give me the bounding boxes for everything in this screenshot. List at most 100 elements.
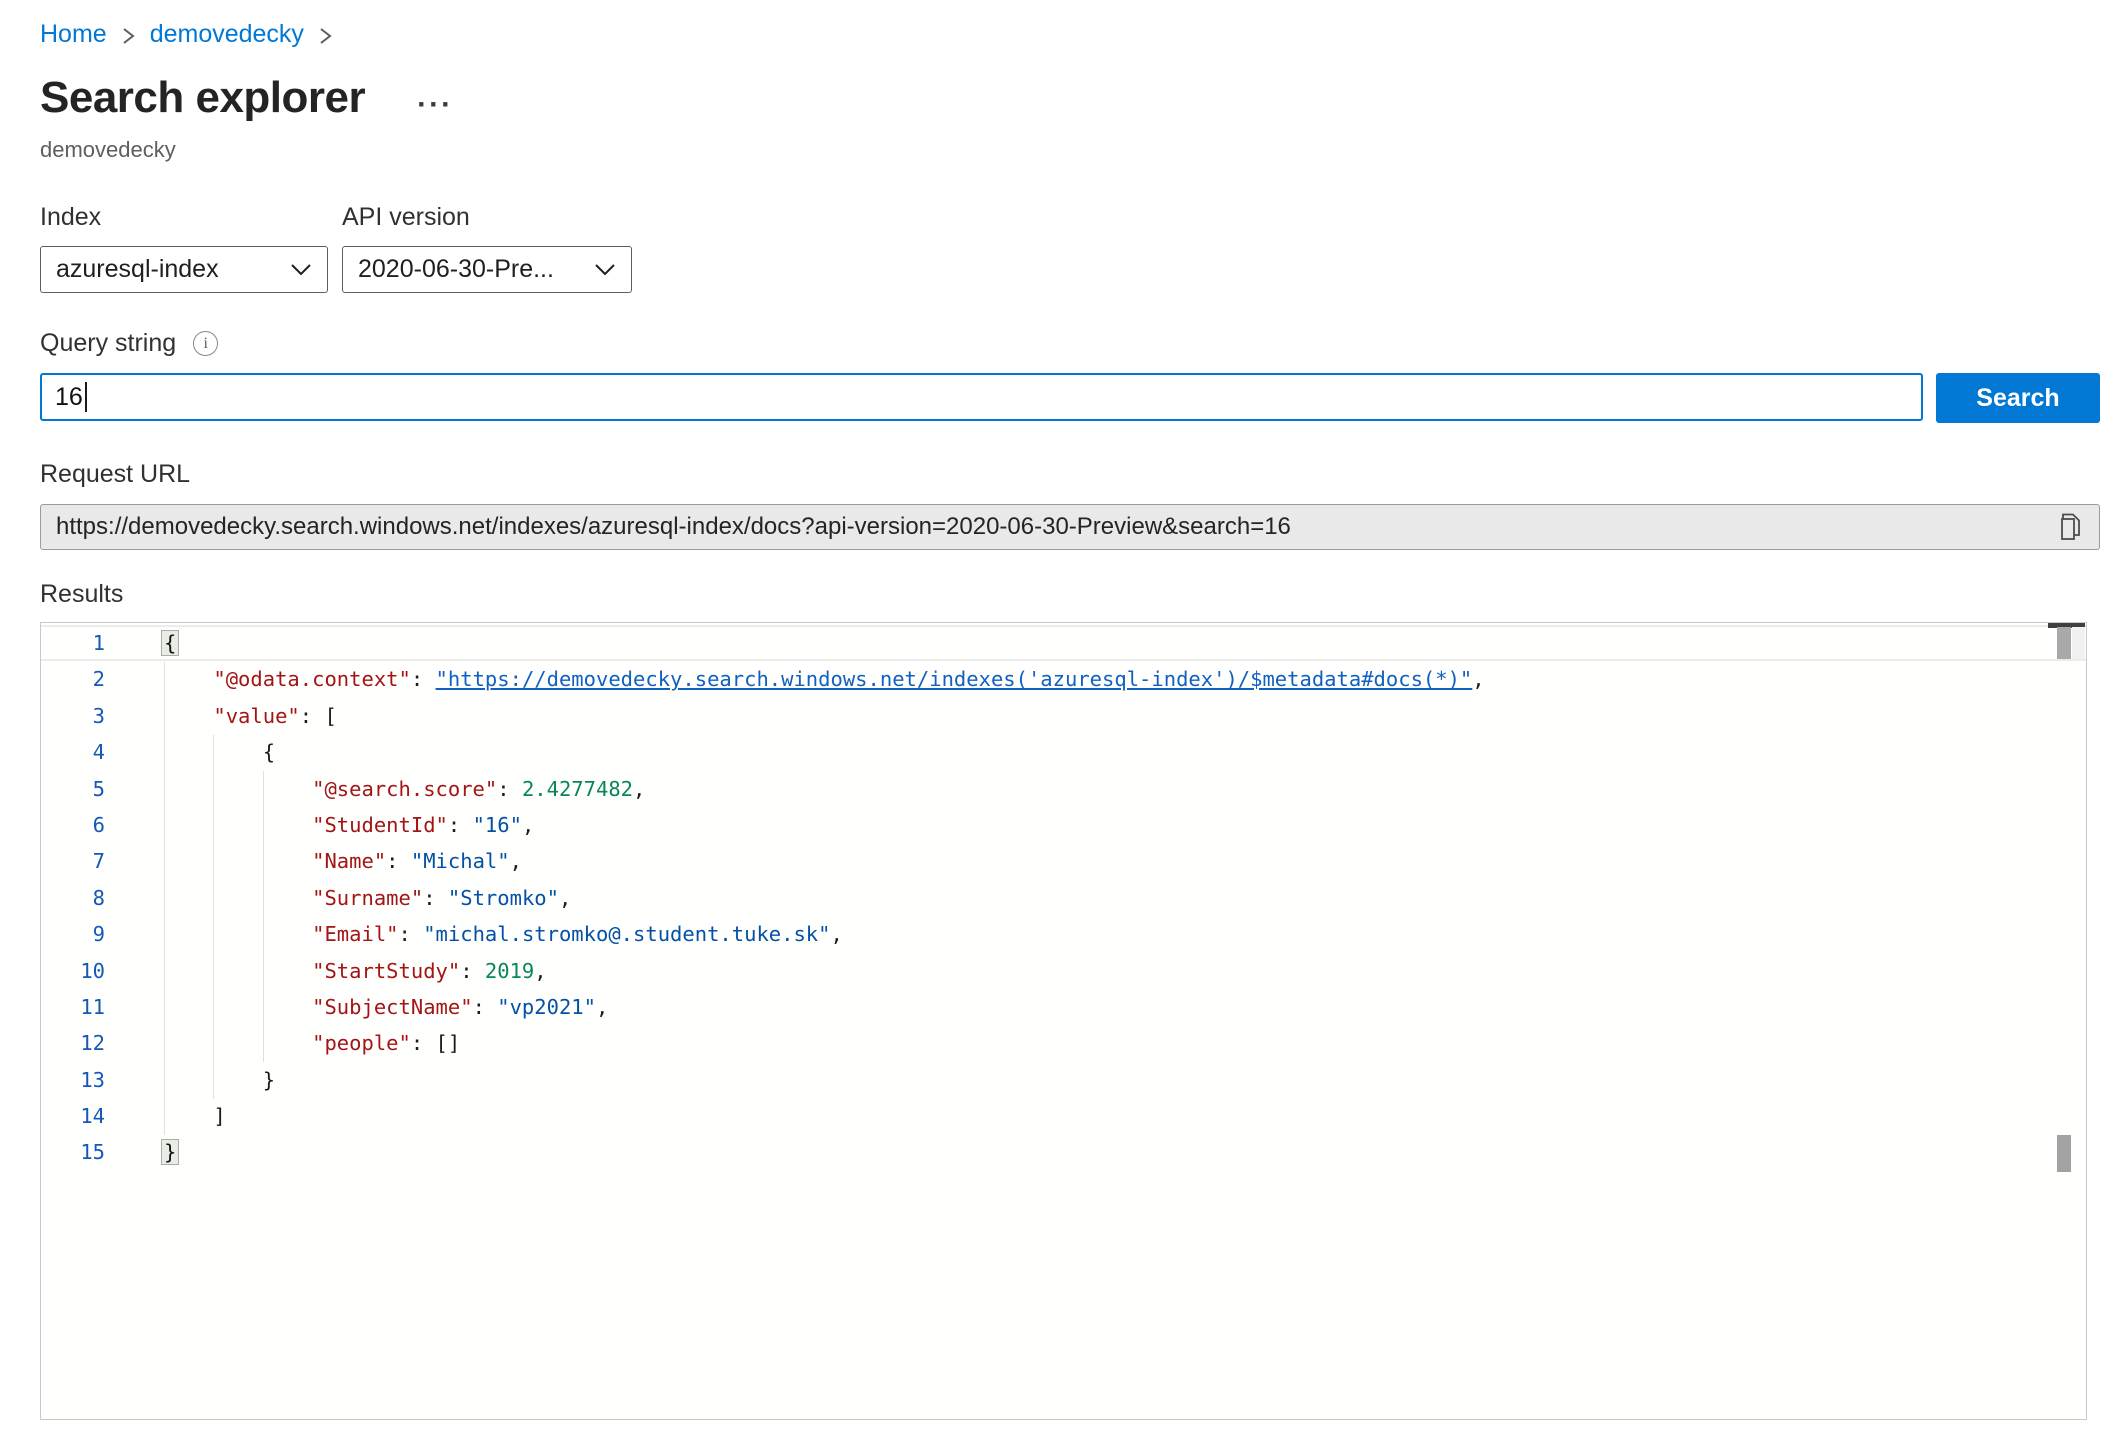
chevron-down-icon: [290, 263, 312, 276]
code-token-key: "people": [312, 1031, 411, 1055]
code-token-punct: }: [164, 1068, 275, 1092]
code-token-punct: [164, 813, 312, 837]
breadcrumb: Home demovedecky: [40, 0, 2100, 49]
line-number: 14: [41, 1098, 105, 1134]
code-token-key: "StartStudy": [312, 959, 460, 983]
code-token-punct: [164, 704, 213, 728]
line-code: "Surname": "Stromko",: [105, 880, 571, 916]
text-cursor: [85, 382, 87, 412]
code-line: 8 "Surname": "Stromko",: [41, 880, 2086, 916]
code-token-punct: ,: [510, 849, 522, 873]
query-string-label: Query string: [40, 329, 176, 358]
code-line: 9 "Email": "michal.stromko@.student.tuke…: [41, 916, 2086, 952]
indent-guide: [164, 662, 165, 1135]
code-token-punct: [164, 886, 312, 910]
line-code: "SubjectName": "vp2021",: [105, 989, 608, 1025]
code-token-punct: ,: [633, 777, 645, 801]
vertical-scrollbar-thumb[interactable]: [2057, 627, 2071, 659]
line-code: "value": [: [105, 698, 337, 734]
line-number: 15: [41, 1134, 105, 1170]
api-version-select-value: 2020-06-30-Pre...: [358, 255, 554, 284]
overview-ruler-cursor-mark: [2057, 1135, 2071, 1172]
code-token-punct: ,: [596, 995, 608, 1019]
results-label: Results: [40, 580, 2100, 609]
code-token-punct: [164, 849, 312, 873]
code-token-punct: ,: [559, 886, 571, 910]
code-token-punct: [164, 995, 312, 1019]
code-token-punct: :: [423, 886, 448, 910]
api-version-select[interactable]: 2020-06-30-Pre...: [342, 246, 632, 293]
line-number: 10: [41, 953, 105, 989]
code-token-key: "StudentId": [312, 813, 448, 837]
line-code: "StudentId": "16",: [105, 807, 534, 843]
line-code: }: [105, 1134, 176, 1170]
code-token-string: "michal.stromko@.student.tuke.sk": [423, 922, 830, 946]
line-code: ]: [105, 1098, 226, 1134]
code-token-key: "@odata.context": [213, 667, 410, 691]
code-line: 6 "StudentId": "16",: [41, 807, 2086, 843]
code-token-punct: :: [386, 849, 411, 873]
line-code: "people": []: [105, 1025, 460, 1061]
index-field: Index azuresql-index: [40, 203, 328, 293]
code-token-punct: : [: [300, 704, 337, 728]
code-line: 4 {: [41, 734, 2086, 770]
code-token-key: "@search.score": [312, 777, 497, 801]
code-token-punct: :: [460, 959, 485, 983]
code-line: 5 "@search.score": 2.4277482,: [41, 771, 2086, 807]
code-token-number: 2019: [485, 959, 534, 983]
code-token-punct: ,: [522, 813, 534, 837]
line-code: "@odata.context": "https://demovedecky.s…: [105, 661, 1485, 697]
code-token-string: "vp2021": [497, 995, 596, 1019]
code-token-punct: : []: [411, 1031, 460, 1055]
index-select-value: azuresql-index: [56, 255, 219, 284]
line-code: "Email": "michal.stromko@.student.tuke.s…: [105, 916, 843, 952]
chevron-down-icon: [594, 263, 616, 276]
code-token-key: "SubjectName": [312, 995, 472, 1019]
code-token-string: "16": [473, 813, 522, 837]
line-code: {: [105, 625, 176, 661]
code-token-key: "value": [213, 704, 299, 728]
code-token-number: 2.4277482: [522, 777, 633, 801]
search-button[interactable]: Search: [1936, 373, 2100, 423]
line-number: 5: [41, 771, 105, 807]
request-url-section: Request URL https://demovedecky.search.w…: [40, 460, 2100, 550]
api-version-label: API version: [342, 203, 632, 232]
code-token-punct: ,: [1472, 667, 1484, 691]
query-input[interactable]: 16: [40, 373, 1923, 421]
code-token-bracket: }: [161, 1139, 179, 1165]
code-line: 10 "StartStudy": 2019,: [41, 953, 2086, 989]
more-menu-icon[interactable]: ···: [417, 100, 453, 110]
code-token-punct: :: [448, 813, 473, 837]
code-token-link[interactable]: "https://demovedecky.search.windows.net/…: [436, 667, 1473, 691]
api-version-field: API version 2020-06-30-Pre...: [342, 203, 632, 293]
line-number: 1: [41, 625, 105, 661]
code-token-punct: [164, 922, 312, 946]
copy-icon: [2058, 512, 2084, 542]
code-line: 7 "Name": "Michal",: [41, 843, 2086, 879]
code-line: 2 "@odata.context": "https://demovedecky…: [41, 661, 2086, 697]
line-code: "Name": "Michal",: [105, 843, 522, 879]
query-input-value: 16: [55, 383, 83, 412]
request-url-label: Request URL: [40, 460, 2100, 489]
copy-button[interactable]: [2058, 512, 2084, 542]
indent-guide: [263, 771, 264, 1062]
code-token-punct: :: [497, 777, 522, 801]
index-select[interactable]: azuresql-index: [40, 246, 328, 293]
results-editor[interactable]: 1{2 "@odata.context": "https://demovedec…: [40, 622, 2087, 1420]
line-number: 13: [41, 1062, 105, 1098]
breadcrumb-home-link[interactable]: Home: [40, 20, 107, 49]
request-url-field[interactable]: https://demovedecky.search.windows.net/i…: [40, 504, 2100, 550]
code-line: 1{: [41, 625, 2086, 661]
code-token-punct: :: [411, 667, 436, 691]
editor-lines: 1{2 "@odata.context": "https://demovedec…: [41, 625, 2086, 1171]
line-number: 3: [41, 698, 105, 734]
breadcrumb-demovedecky-link[interactable]: demovedecky: [150, 20, 304, 49]
code-line: 3 "value": [: [41, 698, 2086, 734]
code-token-punct: ,: [534, 959, 546, 983]
line-number: 4: [41, 734, 105, 770]
overview-ruler-mark: [2072, 627, 2085, 659]
code-token-punct: :: [473, 995, 498, 1019]
indent-guide: [213, 735, 214, 1099]
code-token-punct: [164, 959, 312, 983]
info-icon[interactable]: i: [193, 331, 218, 356]
